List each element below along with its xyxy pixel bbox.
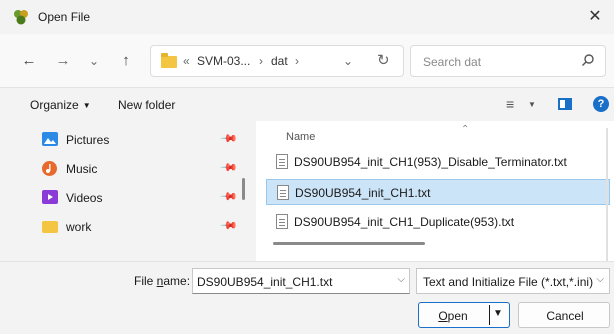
chevron-down-icon: ⌄: [88, 54, 100, 68]
pictures-icon: [42, 132, 58, 146]
arrow-right-icon: →: [55, 52, 71, 69]
organize-label: Organize: [30, 98, 79, 112]
breadcrumb-separator-icon: ›: [295, 54, 299, 68]
sidebar-item-videos[interactable]: Videos 📌: [42, 187, 238, 211]
caret-down-icon[interactable]: ▼: [528, 100, 536, 109]
new-folder-button[interactable]: New folder: [118, 98, 175, 112]
folder-icon: [42, 221, 58, 233]
refresh-icon[interactable]: ↻: [377, 51, 390, 69]
file-row-selected[interactable]: DS90UB954_init_CH1.txt: [266, 179, 610, 205]
window-title: Open File: [38, 10, 91, 24]
pin-icon[interactable]: 📌: [219, 158, 238, 177]
horizontal-scrollbar[interactable]: [273, 242, 425, 245]
caret-down-icon: ▼: [82, 101, 91, 110]
pin-icon[interactable]: 📌: [219, 216, 238, 235]
sidebar-item-work[interactable]: work 📌: [42, 216, 238, 240]
preview-pane-icon[interactable]: [558, 98, 572, 110]
recent-locations-button[interactable]: ⌄: [83, 50, 105, 72]
file-row[interactable]: DS90UB954_init_CH1_Duplicate(953).txt: [266, 209, 610, 235]
search-icon: [582, 54, 594, 66]
videos-icon: [42, 190, 58, 204]
breadcrumb-separator-icon: ›: [259, 54, 263, 68]
close-icon: ✕: [588, 8, 602, 25]
navigation-pane: Pictures 📌 Music 📌 Videos 📌 work 📌: [0, 121, 238, 261]
file-name: DS90UB954_init_CH1(953)_Disable_Terminat…: [294, 155, 567, 169]
chevron-down-icon[interactable]: ⌄: [343, 54, 353, 68]
vertical-scrollbar[interactable]: [606, 128, 608, 268]
breadcrumb-overflow[interactable]: «: [183, 54, 190, 68]
search-box[interactable]: Search dat: [410, 45, 606, 77]
pin-icon[interactable]: 📌: [219, 129, 238, 148]
cancel-button-label: Cancel: [546, 309, 584, 323]
arrow-left-icon: ←: [21, 52, 37, 69]
title-bar: Open File ✕: [0, 0, 614, 34]
chevron-down-icon[interactable]: ⌵: [397, 274, 405, 285]
arrow-up-icon: ↑: [122, 52, 130, 69]
split-divider: [489, 305, 490, 325]
column-header-name[interactable]: Name: [286, 131, 315, 143]
address-bar[interactable]: « SVM-03... › dat › ⌄ ↻: [150, 45, 404, 77]
search-input[interactable]: Search dat: [423, 55, 481, 69]
file-type-value: Text and Initialize File (*.txt,*.ini): [423, 275, 594, 289]
navigation-bar: ← → ⌄ ↑ « SVM-03... › dat › ⌄ ↻ Search d…: [0, 34, 614, 88]
help-icon[interactable]: ?: [593, 96, 609, 112]
file-row[interactable]: DS90UB954_init_CH1(953)_Disable_Terminat…: [266, 149, 610, 175]
folder-icon: [161, 53, 177, 68]
breadcrumb-item-svm[interactable]: SVM-03...: [197, 54, 250, 68]
sidebar-item-pictures[interactable]: Pictures 📌: [42, 129, 238, 153]
text-file-icon: [277, 185, 289, 200]
pin-icon[interactable]: 📌: [219, 187, 238, 206]
file-name-label: File name:: [134, 274, 191, 288]
sidebar-item-label: work: [66, 220, 92, 234]
back-button[interactable]: ←: [18, 50, 40, 72]
breadcrumb-item-dat[interactable]: dat: [271, 54, 288, 68]
close-button[interactable]: ✕: [582, 4, 608, 30]
sidebar-item-label: Pictures: [66, 133, 110, 147]
organize-button[interactable]: Organize ▼: [30, 98, 91, 112]
app-icon: [14, 10, 28, 25]
caret-down-icon[interactable]: ▼: [493, 308, 503, 319]
file-type-select[interactable]: Text and Initialize File (*.txt,*.ini) ⌵: [416, 268, 610, 294]
open-button[interactable]: Open ▼: [418, 302, 510, 328]
open-file-dialog: Open File ✕ ← → ⌄ ↑ « SVM-03... › dat › …: [0, 0, 614, 334]
file-name: DS90UB954_init_CH1_Duplicate(953).txt: [294, 215, 515, 229]
chevron-down-icon: ⌵: [596, 274, 604, 285]
sidebar-item-music[interactable]: Music 📌: [42, 158, 238, 182]
file-name: DS90UB954_init_CH1.txt: [295, 186, 431, 200]
text-file-icon: [276, 154, 288, 169]
text-file-icon: [276, 214, 288, 229]
forward-button[interactable]: →: [52, 50, 74, 72]
file-list: ⌃ Name DS90UB954_init_CH1(953)_Disable_T…: [256, 121, 614, 261]
music-icon: [42, 161, 57, 176]
command-bar: Organize ▼ New folder ≡ ▼ ?: [0, 89, 614, 121]
navigation-scrollbar[interactable]: [242, 178, 245, 200]
file-name-value[interactable]: DS90UB954_init_CH1.txt: [197, 275, 332, 289]
view-options-icon[interactable]: ≡: [506, 96, 514, 112]
sidebar-item-label: Music: [66, 162, 98, 176]
open-button-label: Open: [438, 309, 468, 323]
file-name-input[interactable]: DS90UB954_init_CH1.txt ⌵: [192, 268, 410, 294]
sidebar-item-label: Videos: [66, 191, 103, 205]
cancel-button[interactable]: Cancel: [518, 302, 610, 328]
up-button[interactable]: ↑: [115, 50, 137, 72]
dialog-footer: File name: DS90UB954_init_CH1.txt ⌵ Text…: [0, 261, 614, 334]
sort-ascending-icon: ⌃: [461, 124, 470, 135]
